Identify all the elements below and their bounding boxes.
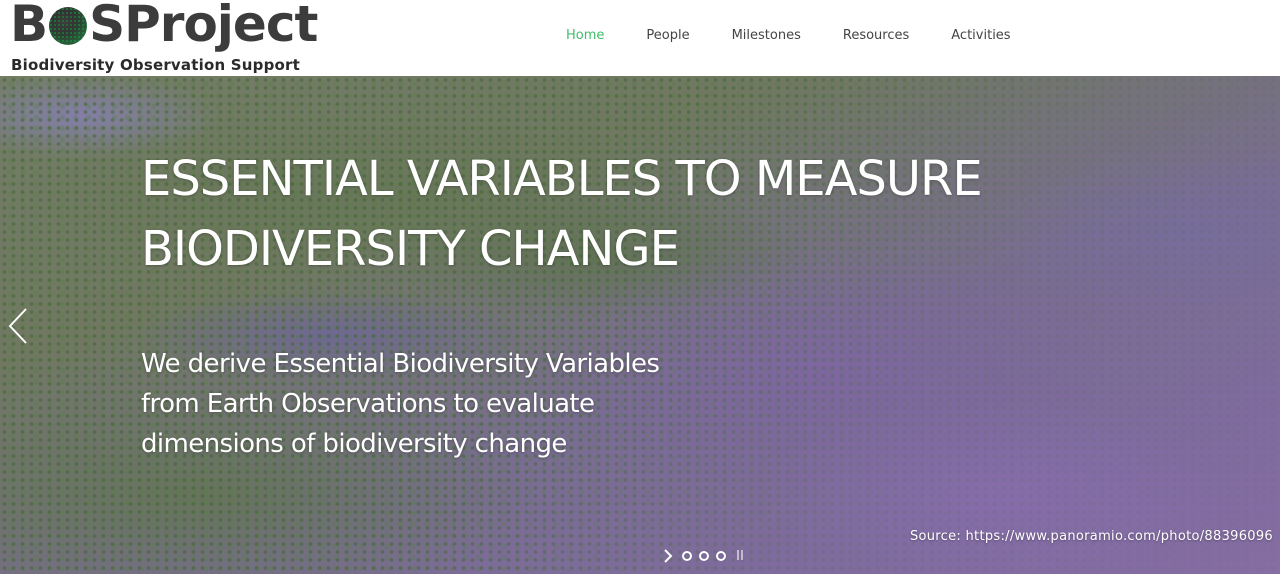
- nav-item-activities[interactable]: Activities: [930, 24, 1031, 48]
- site-logo[interactable]: B SProject Biodiversity Observation Supp…: [10, 0, 318, 76]
- image-source-credit: Source: https://www.panoramio.com/photo/…: [909, 529, 1273, 544]
- nav-item-people[interactable]: People: [625, 24, 710, 48]
- nav-item-resources[interactable]: Resources: [822, 24, 930, 48]
- slide-dot-2[interactable]: [699, 551, 709, 561]
- hero-slider: ESSENTIAL VARIABLES TO MEASURE BIODIVERS…: [0, 76, 1280, 574]
- hero-description: We derive Essential Biodiversity Variabl…: [141, 344, 721, 464]
- hero-heading: ESSENTIAL VARIABLES TO MEASURE BIODIVERS…: [141, 144, 1021, 284]
- nav-item-milestones[interactable]: Milestones: [711, 24, 822, 48]
- slide-dot-1[interactable]: [682, 551, 692, 561]
- slider-controls: [662, 548, 747, 564]
- chevron-right-icon[interactable]: [662, 548, 674, 564]
- site-header: B SProject Biodiversity Observation Supp…: [0, 0, 1280, 76]
- chevron-left-icon[interactable]: [6, 306, 32, 346]
- logo-wordmark: B SProject: [10, 0, 318, 53]
- globe-icon: [49, 7, 88, 45]
- hero-heading-line: BIODIVERSITY CHANGE: [141, 221, 680, 277]
- logo-word-suffix: SProject: [89, 0, 318, 53]
- hero-description-line: dimensions of biodiversity change: [141, 429, 567, 459]
- logo-tagline: Biodiversity Observation Support: [11, 56, 300, 74]
- hero-heading-line: ESSENTIAL VARIABLES TO MEASURE: [141, 151, 983, 207]
- logo-letter-b: B: [10, 0, 48, 53]
- hero-description-line: We derive Essential Biodiversity Variabl…: [141, 349, 660, 379]
- slide-dot-3[interactable]: [716, 551, 726, 561]
- hero-description-line: from Earth Observations to evaluate: [141, 389, 595, 419]
- nav-item-home[interactable]: Home: [545, 24, 625, 48]
- main-nav: Home People Milestones Resources Activit…: [545, 24, 1032, 48]
- pause-icon[interactable]: [737, 550, 747, 562]
